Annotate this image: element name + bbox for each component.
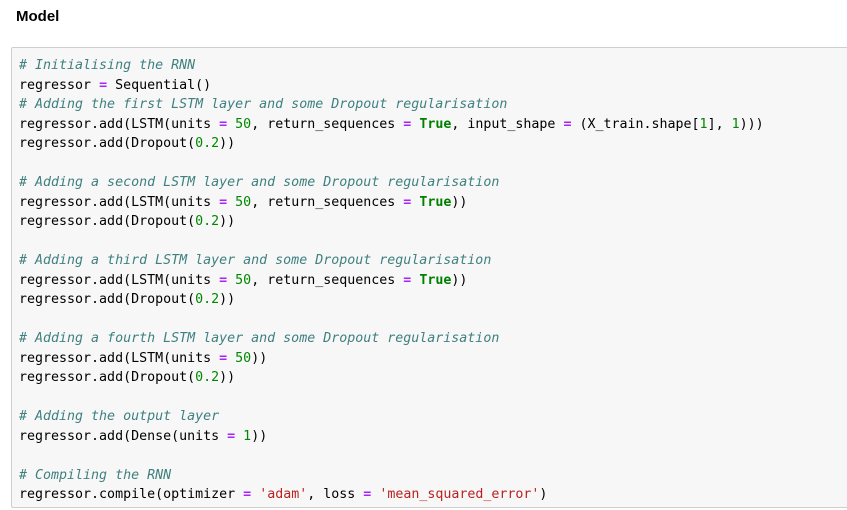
code-number: 50 <box>235 194 252 210</box>
code-text: regressor <box>19 77 100 93</box>
code-number: 0.2 <box>195 136 220 151</box>
code-comment: # Adding a third LSTM layer and some Dro… <box>19 253 492 268</box>
code-text: ))) <box>739 116 764 132</box>
code-text: regressor.add(LSTM(units <box>19 194 220 210</box>
code-number: 50 <box>235 116 252 132</box>
code-text: , input_shape <box>451 116 564 132</box>
code-line: # Adding the first LSTM layer and some D… <box>19 95 764 115</box>
code-text: regressor.compile(optimizer <box>19 487 244 502</box>
code-line: regressor = Sequential() <box>19 76 764 96</box>
code-text: regressor.add(LSTM(units <box>19 116 220 132</box>
code-number: 0.2 <box>195 370 220 385</box>
code-operator: = <box>219 350 228 366</box>
code-cell[interactable]: # Initialising the RNN regressor = Sequen… <box>11 47 847 508</box>
code-comment: # Adding the first LSTM layer and some D… <box>19 97 508 112</box>
code-operator: = <box>219 194 228 210</box>
code-text: ], <box>707 116 732 132</box>
code-string: 'mean_squared_error' <box>379 487 540 502</box>
code-text: Sequential() <box>107 77 212 93</box>
code-operator: = <box>219 272 228 288</box>
code-text: regressor.add(Dropout( <box>19 136 196 151</box>
code-line: regressor.add(Dropout(0.2)) <box>19 368 764 388</box>
code-number: 1 <box>731 116 740 132</box>
code-line: regressor.add(Dropout(0.2)) <box>19 134 764 154</box>
code-keyword: True <box>419 116 452 132</box>
code-text: )) <box>219 214 236 229</box>
code-operator: = <box>243 487 252 502</box>
code-line: regressor.add(Dropout(0.2)) <box>19 290 764 310</box>
code-number: 0.2 <box>195 214 220 229</box>
code-comment: # Adding a fourth LSTM layer and some Dr… <box>19 331 500 346</box>
code-line: # Adding a second LSTM layer and some Dr… <box>19 173 764 193</box>
code-line: # Adding the output layer <box>19 407 764 427</box>
code-number: 50 <box>235 350 252 366</box>
code-comment: # Compiling the RNN <box>19 467 172 483</box>
code-line: # Adding a fourth LSTM layer and some Dr… <box>19 329 764 349</box>
code-string: 'adam' <box>259 487 308 502</box>
code-editor[interactable]: # Initialising the RNN regressor = Sequen… <box>19 56 764 505</box>
code-operator: = <box>219 116 228 132</box>
code-keyword: True <box>419 194 452 210</box>
code-text: , return_sequences <box>251 116 404 132</box>
code-line: # Adding a third LSTM layer and some Dro… <box>19 251 764 271</box>
code-text: , return_sequences <box>251 194 404 210</box>
code-line: regressor.compile(optimizer = 'adam', lo… <box>19 485 764 505</box>
code-comment: # Adding the output layer <box>19 409 220 424</box>
code-text: regressor.add(Dropout( <box>19 370 196 385</box>
code-text: )) <box>451 194 468 210</box>
code-line: regressor.add(Dropout(0.2)) <box>19 212 764 232</box>
code-line: # Compiling the RNN <box>19 466 764 486</box>
code-keyword: True <box>419 272 452 288</box>
code-text: regressor.add(Dropout( <box>19 214 196 229</box>
code-text: )) <box>219 292 236 307</box>
code-number: 0.2 <box>195 292 220 307</box>
code-operator: = <box>99 77 108 93</box>
code-text: (X_train.shape[ <box>571 116 700 132</box>
code-text: )) <box>451 272 468 288</box>
code-text: )) <box>219 370 236 385</box>
code-line: regressor.add(LSTM(units = 50, return_se… <box>19 271 764 291</box>
code-line: regressor.add(LSTM(units = 50)) <box>19 349 764 369</box>
code-text: regressor.add(LSTM(units <box>19 272 220 288</box>
code-text: )) <box>251 350 268 366</box>
code-number: 1 <box>699 116 708 132</box>
code-text: )) <box>251 428 268 444</box>
code-text: regressor.add(Dense(units <box>19 428 228 444</box>
code-comment: # Adding a second LSTM layer and some Dr… <box>19 175 500 190</box>
code-text: )) <box>219 136 236 151</box>
code-text: , loss <box>307 487 364 502</box>
code-line: regressor.add(LSTM(units = 50, return_se… <box>19 115 764 135</box>
code-number: 1 <box>243 428 252 444</box>
code-operator: = <box>227 428 236 444</box>
code-line: regressor.add(Dense(units = 1)) <box>19 427 764 447</box>
code-number: 50 <box>235 272 252 288</box>
code-text: regressor.add(LSTM(units <box>19 350 220 366</box>
code-line: # Initialising the RNN <box>19 56 764 76</box>
section-heading: Model <box>16 8 60 25</box>
code-comment: # Initialising the RNN <box>19 58 196 73</box>
code-text: , return_sequences <box>251 272 404 288</box>
code-text: regressor.add(Dropout( <box>19 292 196 307</box>
code-line: regressor.add(LSTM(units = 50, return_se… <box>19 193 764 213</box>
code-text: ) <box>539 487 548 502</box>
